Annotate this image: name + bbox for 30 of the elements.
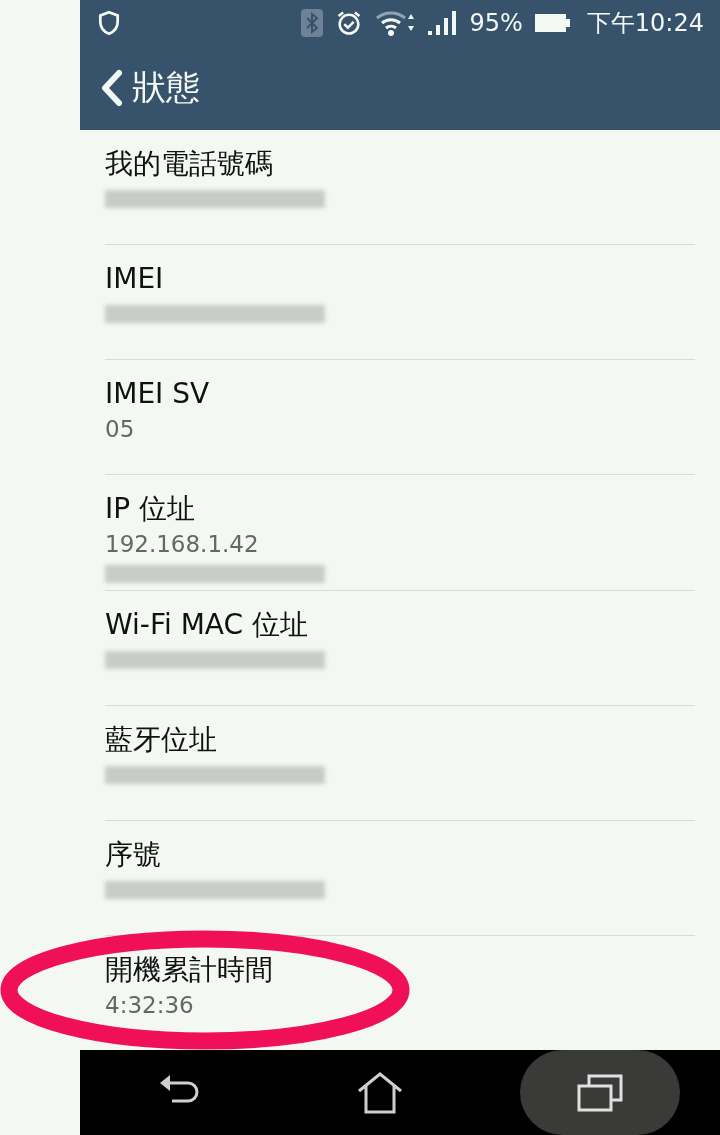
battery-percent: 95% [469, 7, 523, 39]
page-title: 狀態 [132, 66, 200, 109]
item-label: 開機累計時間 [105, 951, 274, 988]
info-row[interactable]: 藍牙位址 [105, 705, 695, 821]
item-value: 05 [105, 415, 136, 445]
info-row[interactable]: IMEI [105, 245, 695, 361]
home-icon [357, 1071, 403, 1114]
item-label: 藍牙位址 [105, 721, 218, 758]
info-row[interactable]: 我的電話號碼 [105, 130, 695, 246]
bluetooth-icon [301, 8, 324, 37]
battery-icon [534, 11, 571, 34]
info-row[interactable]: 序號 [105, 820, 695, 936]
item-label: IMEI SV [105, 376, 211, 413]
shield-icon [96, 9, 122, 36]
item-label: IP 位址 [105, 491, 197, 528]
chevron-left-icon [100, 67, 124, 108]
info-row[interactable]: IP 位址 192.168.1.42 [105, 475, 695, 591]
item-label: 序號 [105, 836, 162, 873]
clock-time: 下午10:24 [586, 7, 704, 39]
info-row[interactable]: Wi-Fi MAC 位址 [105, 590, 695, 706]
info-row[interactable]: IMEI SV 05 [105, 360, 695, 476]
back-button[interactable] [100, 67, 124, 108]
item-label: Wi-Fi MAC 位址 [105, 606, 309, 643]
item-value: 192.168.1.42 [105, 530, 260, 560]
item-label: IMEI [105, 261, 165, 298]
item-value: 4:32:36 [105, 990, 195, 1020]
signal-icon [427, 9, 458, 36]
info-row[interactable]: 開機累計時間 4:32:36 [105, 935, 695, 1050]
item-label: 我的電話號碼 [105, 146, 274, 182]
recents-icon [577, 1073, 623, 1112]
